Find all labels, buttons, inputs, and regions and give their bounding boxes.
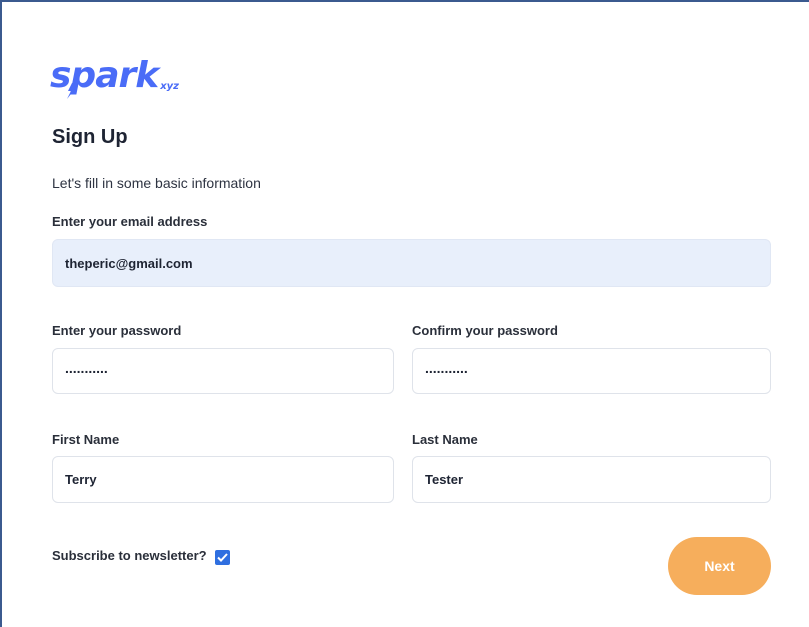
last-name-field[interactable]: Tester	[412, 456, 771, 503]
spark-logo: spark xyz	[50, 46, 179, 99]
first-name-value: Terry	[65, 472, 97, 487]
password-value: ...........	[65, 360, 108, 376]
newsletter-label: Subscribe to newsletter?	[52, 548, 207, 563]
page-title: Sign Up	[52, 126, 128, 148]
last-name-value: Tester	[425, 472, 464, 487]
next-button[interactable]: Next	[668, 537, 771, 595]
email-field[interactable]: theperic@gmail.com	[52, 239, 771, 287]
last-name-label: Last Name	[412, 432, 478, 447]
password-label: Enter your password	[52, 323, 182, 338]
confirm-password-value: ...........	[425, 360, 468, 376]
email-label: Enter your email address	[52, 214, 208, 229]
confirm-password-label: Confirm your password	[412, 323, 558, 338]
signup-window: spark xyz Sign Up Let's fill in some bas…	[0, 0, 809, 627]
bolt-icon	[67, 83, 75, 99]
first-name-field[interactable]: Terry	[52, 456, 394, 503]
logo-suffix: xyz	[160, 81, 179, 92]
checkmark-icon	[216, 553, 228, 562]
page-subtitle: Let's fill in some basic information	[52, 175, 261, 191]
password-field[interactable]: ...........	[52, 348, 394, 394]
first-name-label: First Name	[52, 432, 120, 447]
confirm-password-field[interactable]: ...........	[412, 348, 771, 394]
newsletter-row: Subscribe to newsletter?	[52, 548, 230, 565]
newsletter-checkbox[interactable]	[214, 550, 230, 565]
email-value: theperic@gmail.com	[65, 255, 193, 271]
